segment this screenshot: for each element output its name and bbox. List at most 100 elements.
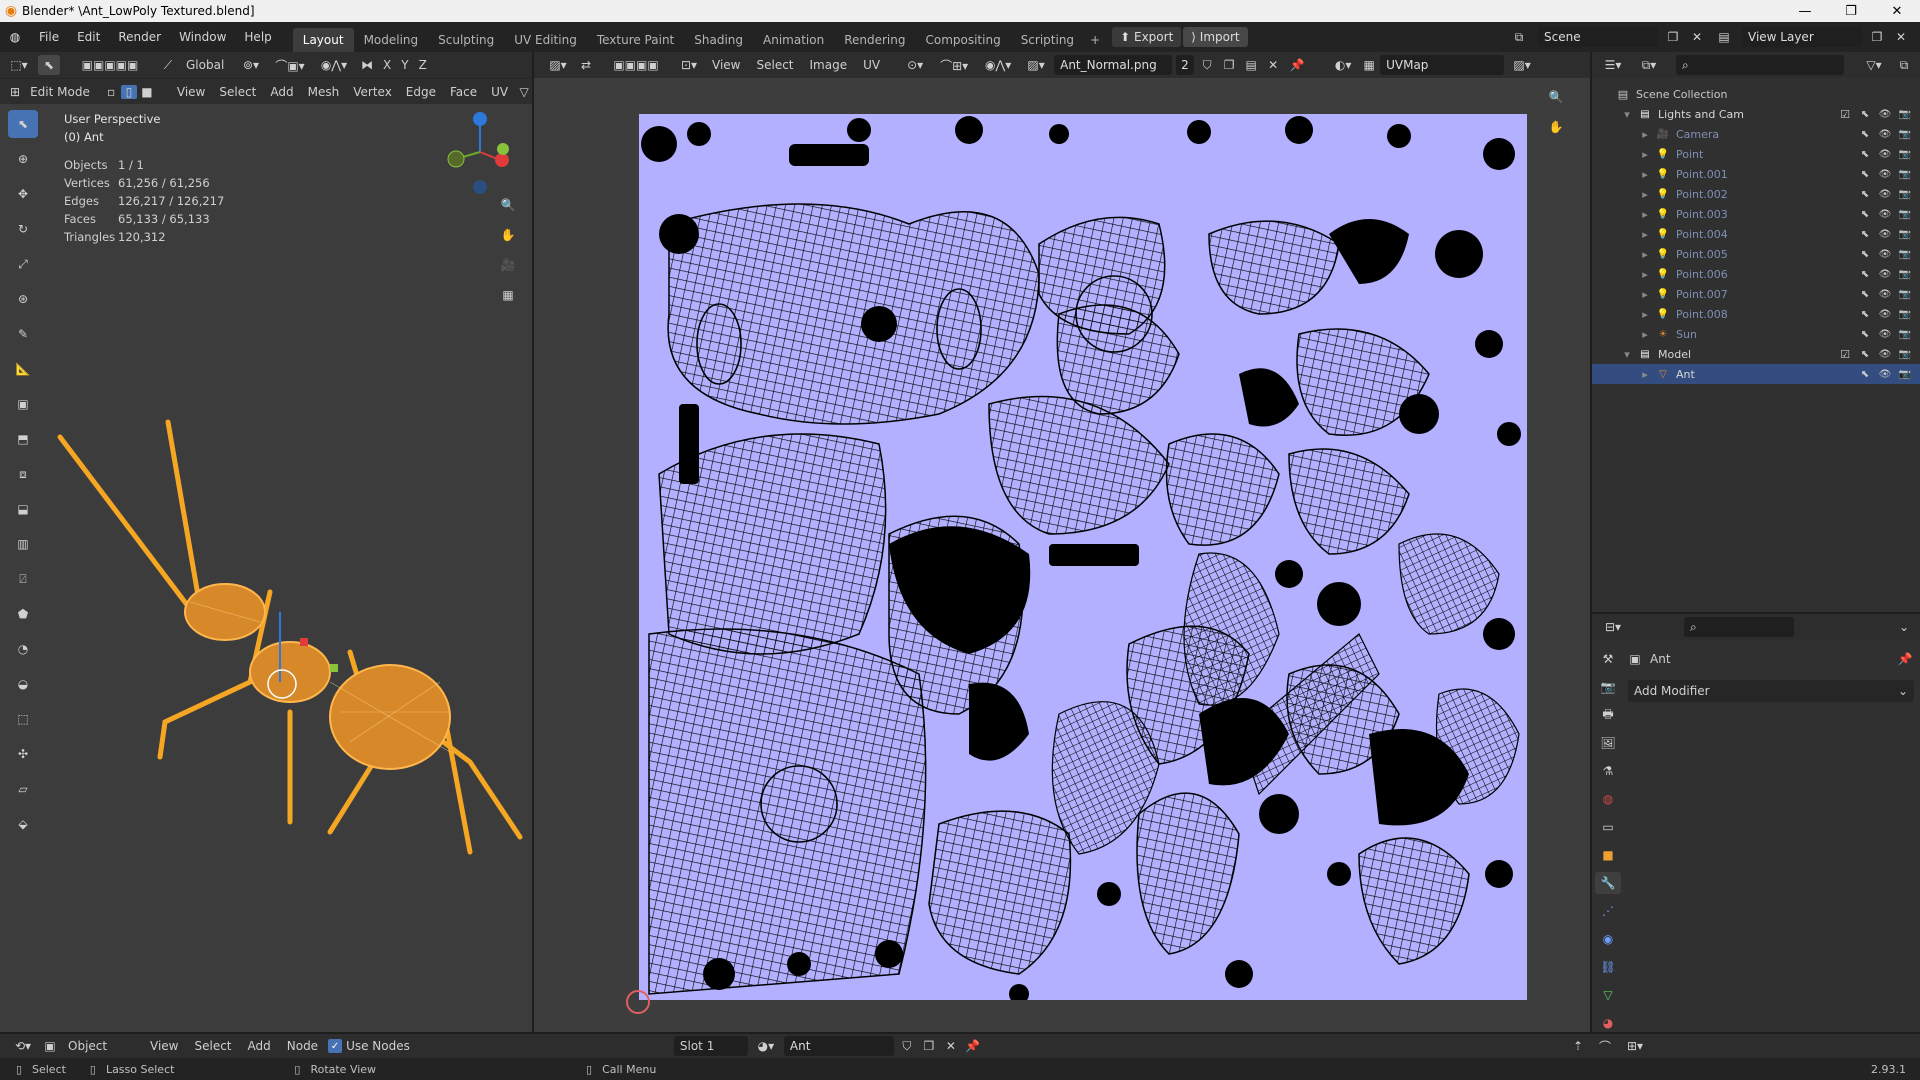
add-modifier-dropdown[interactable]: Add Modifier ⌄	[1628, 680, 1914, 702]
navigation-gizmo[interactable]	[440, 107, 520, 197]
camera-render-icon[interactable]: 📷	[1898, 227, 1912, 241]
outliner-root[interactable]: ▤ Scene Collection	[1592, 84, 1920, 104]
collection-tab-icon[interactable]: ▭	[1602, 816, 1613, 838]
menu-vertex[interactable]: Vertex	[347, 82, 398, 102]
node-menu-add[interactable]: Add	[242, 1036, 277, 1056]
tab-modeling[interactable]: Modeling	[354, 28, 429, 52]
camera-render-icon[interactable]: 📷	[1898, 367, 1912, 381]
proportional-icon[interactable]: ◉⋀▾	[314, 58, 354, 72]
import-button[interactable]: ⟩ Import	[1183, 27, 1248, 47]
outliner-item-point-008[interactable]: ▸ 💡 Point.008 ⬉ 👁 📷	[1592, 304, 1920, 324]
expand-arrow-right-icon[interactable]: ▸	[1638, 207, 1652, 221]
delete-view-layer-icon[interactable]: ✕	[1892, 30, 1910, 44]
open-image-icon[interactable]: ▤	[1242, 58, 1260, 72]
tab-shading[interactable]: Shading	[684, 28, 753, 52]
add-cube-tool-icon[interactable]: ▣	[8, 390, 38, 418]
vertex-select-icon[interactable]: ▫	[103, 85, 119, 99]
image-browse-icon[interactable]: ▨▾	[1022, 58, 1050, 72]
filter-icon[interactable]: ▽▾	[1860, 58, 1888, 72]
scene-tab-icon[interactable]: ⚗	[1603, 760, 1614, 782]
uv-proportional-icon[interactable]: ◉⋀▾	[978, 58, 1018, 72]
select-box-tool-icon[interactable]: ⬉	[8, 110, 38, 138]
tab-animation[interactable]: Animation	[753, 28, 834, 52]
new-image-icon[interactable]: ❐	[1220, 58, 1238, 72]
shear-tool-icon[interactable]: ⏥	[8, 775, 38, 803]
parent-node-tree-icon[interactable]: ⇡	[1566, 1039, 1590, 1053]
camera-render-icon[interactable]: 📷	[1898, 287, 1912, 301]
collection-checkbox-icon[interactable]: ☑	[1838, 347, 1852, 361]
minimize-icon[interactable]: —	[1782, 0, 1828, 22]
data-tab-icon[interactable]: ▽	[1603, 984, 1612, 1006]
new-collection-icon[interactable]: ⧉	[1894, 58, 1914, 73]
render-tab-icon[interactable]: 📷	[1601, 676, 1616, 698]
tab-scripting[interactable]: Scripting	[1011, 28, 1084, 52]
select-arrow-icon[interactable]: ⬉	[1858, 327, 1872, 341]
outliner-item-point-001[interactable]: ▸ 💡 Point.001 ⬉ 👁 📷	[1592, 164, 1920, 184]
eye-icon[interactable]: 👁	[1878, 247, 1892, 261]
eye-icon[interactable]: 👁	[1878, 367, 1892, 381]
tab-layout[interactable]: Layout	[292, 28, 354, 52]
edge-select-icon[interactable]: ▯	[121, 84, 138, 99]
outliner-type-icon[interactable]: ☰▾	[1598, 58, 1628, 72]
options-chevron-icon[interactable]: ⌄	[1894, 620, 1914, 634]
orientation-dropdown[interactable]: Global	[180, 55, 232, 75]
expand-arrow-right-icon[interactable]: ▸	[1638, 287, 1652, 301]
spin-tool-icon[interactable]: ◔	[8, 635, 38, 663]
menu-help[interactable]: Help	[235, 26, 280, 48]
node-menu-view[interactable]: View	[144, 1036, 184, 1056]
bevel-tool-icon[interactable]: ⬓	[8, 495, 38, 523]
grid-view-icon[interactable]: ▦	[496, 284, 520, 306]
mode-dropdown[interactable]: Edit Mode	[24, 82, 101, 102]
uv-pivot-icon[interactable]: ⊙▾	[900, 58, 930, 72]
slot-dropdown[interactable]: Slot 1	[673, 1036, 748, 1056]
camera-render-icon[interactable]: 📷	[1898, 267, 1912, 281]
select-arrow-icon[interactable]: ⬉	[1858, 227, 1872, 241]
uv-snap-icon[interactable]: ⌒⊞▾	[934, 57, 974, 74]
camera-render-icon[interactable]: 📷	[1898, 147, 1912, 161]
menu-add[interactable]: Add	[264, 82, 299, 102]
select-arrow-icon[interactable]: ⬉	[1858, 307, 1872, 321]
tab-uv-editing[interactable]: UV Editing	[504, 28, 587, 52]
use-nodes-checkbox[interactable]: ✓ Use Nodes	[328, 1039, 410, 1053]
select-arrow-icon[interactable]: ⬉	[1858, 207, 1872, 221]
select-arrow-icon[interactable]: ⬉	[1858, 367, 1872, 381]
add-workspace-icon[interactable]: +	[1084, 28, 1106, 52]
node-object-dropdown[interactable]: Object	[62, 1036, 140, 1056]
uv-pan-hand-icon[interactable]: ✋	[1544, 116, 1568, 138]
menu-edge[interactable]: Edge	[400, 82, 442, 102]
eye-icon[interactable]: 👁	[1878, 147, 1892, 161]
outliner-item-lights-and-cam[interactable]: ▾ ▤ Lights and Cam ☑ ⬉ 👁 📷	[1592, 104, 1920, 124]
material-pin-icon[interactable]: 📌	[964, 1039, 982, 1053]
select-arrow-icon[interactable]: ⬉	[1858, 247, 1872, 261]
uv-menu-view[interactable]: View	[706, 55, 746, 75]
snap-icon[interactable]: ⌒▣▾	[270, 57, 310, 74]
select-arrow-icon[interactable]: ⬉	[1858, 107, 1872, 121]
fake-user-icon[interactable]: ⛉	[1198, 58, 1216, 73]
output-tab-icon[interactable]: 🖶	[1602, 704, 1613, 726]
uv-editor[interactable]: ▨▾ ⇄ ▣▣▣▣ ⊡▾ View Select Image UV ⊙▾ ⌒⊞▾…	[532, 52, 1590, 1032]
outliner-item-model[interactable]: ▾ ▤ Model ☑ ⬉ 👁 📷	[1592, 344, 1920, 364]
expand-arrow-right-icon[interactable]: ▸	[1638, 307, 1652, 321]
smooth-tool-icon[interactable]: ◒	[8, 670, 38, 698]
camera-view-icon[interactable]: 🎥	[496, 254, 520, 276]
viewport-3d[interactable]: ⬚▾ ⬉ ▣▣▣▣▣ ⟋ Global ⊚▾ ⌒▣▾ ◉⋀▾ ⧓ X Y Z ⊞…	[0, 52, 532, 1032]
inset-tool-icon[interactable]: ⧈	[8, 460, 38, 488]
mirror-icon[interactable]: ⧓	[358, 58, 376, 72]
tab-compositing[interactable]: Compositing	[915, 28, 1010, 52]
expand-arrow-right-icon[interactable]: ▸	[1638, 367, 1652, 381]
new-view-layer-icon[interactable]: ❐	[1868, 30, 1886, 44]
material-name-field[interactable]: Ant	[783, 1036, 894, 1056]
unlink-image-icon[interactable]: ✕	[1264, 58, 1282, 72]
uvmap-field[interactable]: UVMap	[1380, 55, 1505, 75]
zoom-icon[interactable]: 🔍	[496, 194, 520, 216]
mirror-y[interactable]: Y	[398, 55, 411, 75]
eye-icon[interactable]: 👁	[1878, 347, 1892, 361]
menu-select[interactable]: Select	[213, 82, 262, 102]
outliner-item-sun[interactable]: ▸ ☀ Sun ⬉ 👁 📷	[1592, 324, 1920, 344]
particles-tab-icon[interactable]: ⋰	[1602, 900, 1614, 922]
rotate-tool-icon[interactable]: ↻	[8, 215, 38, 243]
select-arrow-icon[interactable]: ⬉	[1858, 267, 1872, 281]
expand-arrow-right-icon[interactable]: ▸	[1638, 187, 1652, 201]
outliner-search[interactable]: ⌕	[1676, 55, 1844, 75]
constraints-tab-icon[interactable]: ⛓	[1600, 956, 1615, 978]
